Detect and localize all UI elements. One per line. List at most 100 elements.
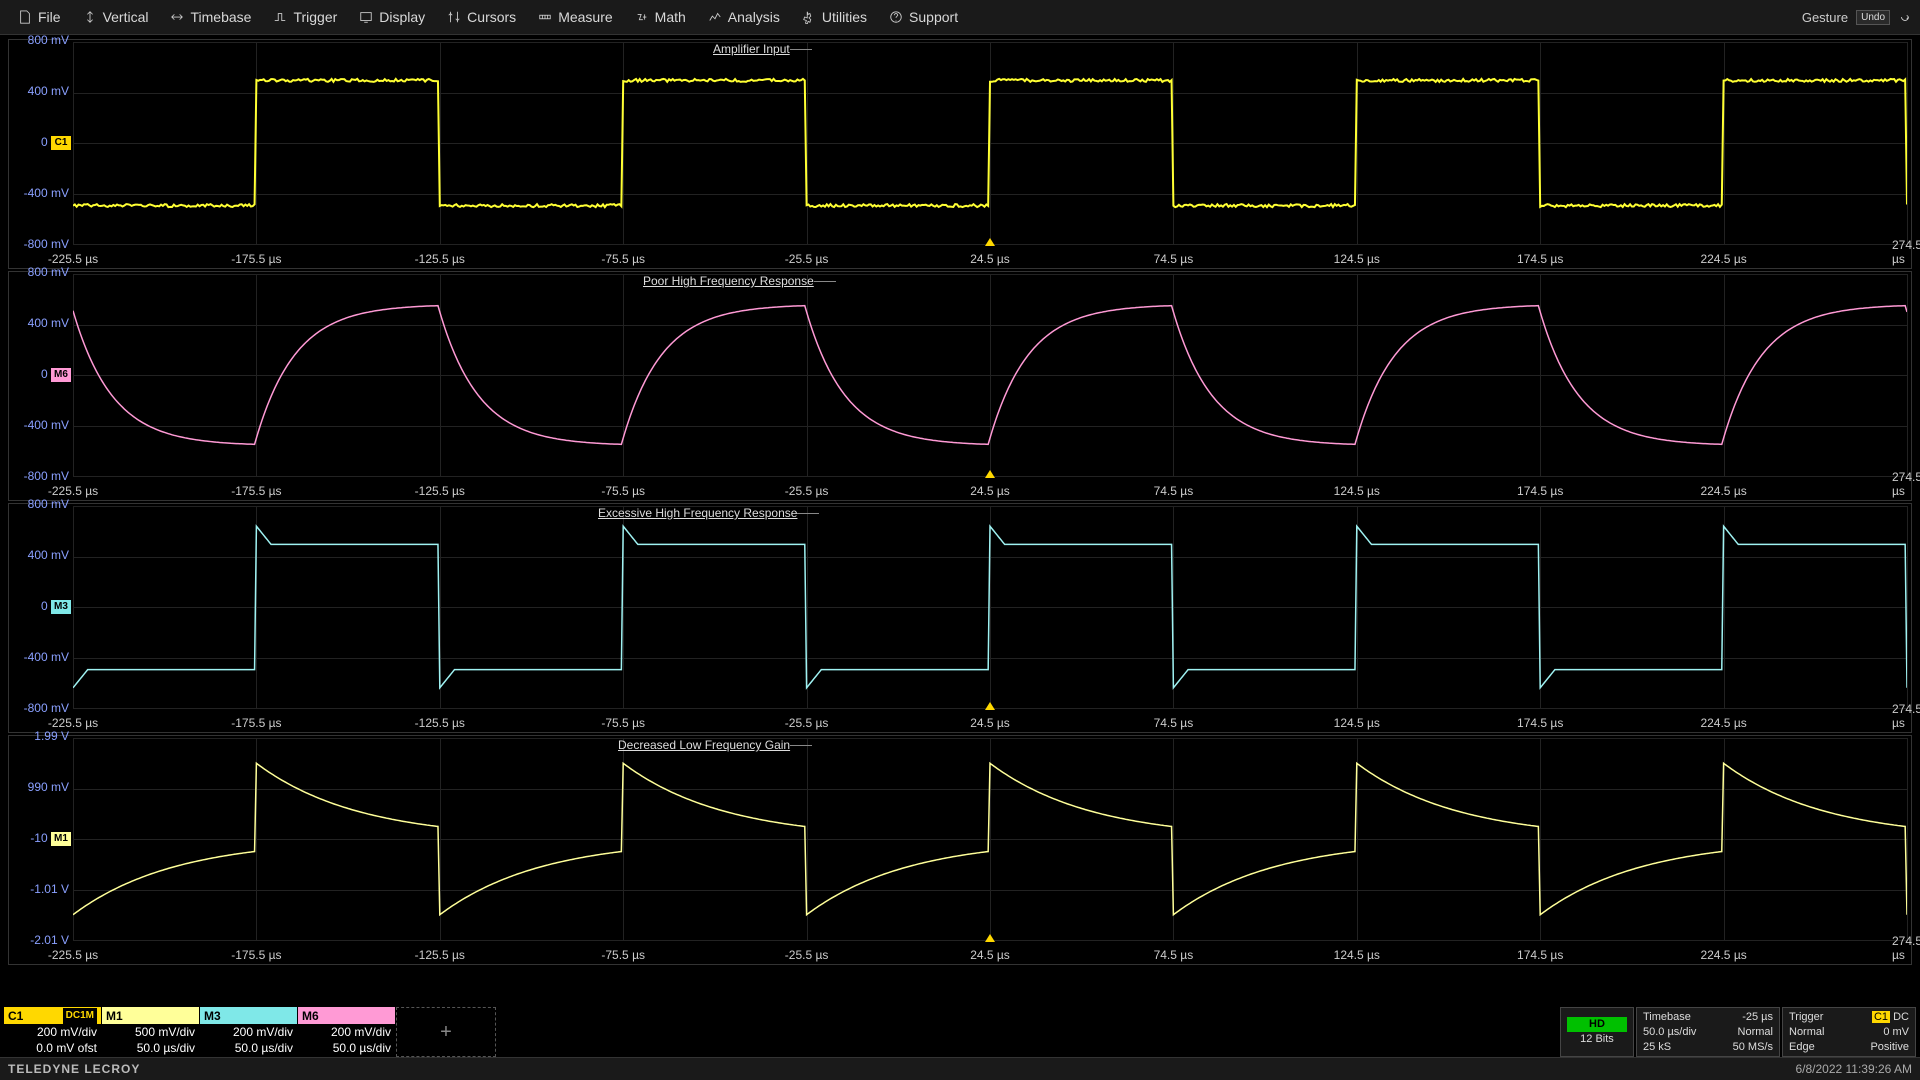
menu-support[interactable]: Support <box>879 4 968 30</box>
trigger-box[interactable]: TriggerC1 DC Normal0 mV EdgePositive <box>1782 1007 1916 1057</box>
trigger-title: Trigger <box>1789 1010 1823 1025</box>
menu-math[interactable]: Math <box>625 4 696 30</box>
channel-descriptor[interactable]: C1DC1M200 mV/div0.0 mV ofst <box>4 1007 102 1057</box>
y-tick-label: -400 mV <box>24 186 69 200</box>
descriptor-header: M3 <box>200 1007 297 1024</box>
descriptor-name: C1 <box>8 1008 23 1024</box>
trigger-slope: Positive <box>1870 1040 1909 1055</box>
x-tick-label: -175.5 µs <box>231 252 281 266</box>
timebase-icon <box>170 10 184 24</box>
trigger-coup: DC <box>1893 1011 1909 1023</box>
menu-display[interactable]: Display <box>349 4 435 30</box>
redo-icon[interactable] <box>1898 10 1912 24</box>
menu-trigger-label: Trigger <box>293 9 337 25</box>
menu-cursors[interactable]: Cursors <box>437 4 526 30</box>
x-tick-label: 124.5 µs <box>1334 948 1380 962</box>
x-tick-label: 24.5 µs <box>970 716 1010 730</box>
y-tick-label: 400 mV <box>28 548 69 562</box>
x-axis: -225.5 µs-175.5 µs-125.5 µs-75.5 µs-25.5… <box>73 478 1907 500</box>
support-icon <box>889 10 903 24</box>
menu-math-label: Math <box>655 9 686 25</box>
menu-timebase-label: Timebase <box>190 9 251 25</box>
waveform-grid[interactable]: 1.99 V990 mV-10 mV-1.01 V-2.01 VM1Decrea… <box>8 735 1912 965</box>
waveform-grid[interactable]: 800 mV400 mV0 mV-400 mV-800 mVM6Poor Hig… <box>8 271 1912 501</box>
menu-timebase[interactable]: Timebase <box>160 4 261 30</box>
waveform-trace <box>73 42 1907 244</box>
footer: C1DC1M200 mV/div0.0 mV ofstM1500 mV/div5… <box>0 1007 1920 1080</box>
channel-badge[interactable]: C1 <box>51 136 71 150</box>
y-tick-label: -800 mV <box>24 469 69 483</box>
x-tick-label: 124.5 µs <box>1334 252 1380 266</box>
menu-trigger[interactable]: Trigger <box>263 4 347 30</box>
x-tick-label: -25.5 µs <box>785 484 829 498</box>
descriptor-row: C1DC1M200 mV/div0.0 mV ofstM1500 mV/div5… <box>0 1007 1920 1057</box>
waveform-grid[interactable]: 800 mV400 mV0 mV-400 mV-800 mVM3Excessiv… <box>8 503 1912 733</box>
x-tick-label: -175.5 µs <box>231 948 281 962</box>
hd-badge: HD <box>1567 1017 1627 1032</box>
y-tick-label: -1.01 V <box>30 882 69 896</box>
undo-button[interactable]: Undo <box>1856 10 1890 25</box>
brand-bar: TELEDYNE LECROY 6/8/2022 11:39:26 AM <box>0 1057 1920 1080</box>
y-tick-label: 800 mV <box>28 33 69 47</box>
descriptor-scale: 200 mV/div <box>200 1024 297 1040</box>
channel-badge[interactable]: M1 <box>51 832 71 846</box>
x-tick-label: -25.5 µs <box>785 948 829 962</box>
utilities-icon <box>802 10 816 24</box>
x-tick-label: 24.5 µs <box>970 252 1010 266</box>
menu-file[interactable]: File <box>8 4 71 30</box>
menu-vertical[interactable]: Vertical <box>73 4 159 30</box>
x-tick-label: 174.5 µs <box>1517 252 1563 266</box>
x-tick-label: 124.5 µs <box>1334 484 1380 498</box>
x-tick-label: -125.5 µs <box>415 716 465 730</box>
x-tick-label: -175.5 µs <box>231 716 281 730</box>
add-trace-button[interactable]: + <box>396 1007 496 1057</box>
menu-utilities[interactable]: Utilities <box>792 4 877 30</box>
channel-descriptor[interactable]: M6200 mV/div50.0 µs/div <box>298 1007 396 1057</box>
channel-badge[interactable]: M6 <box>51 368 71 382</box>
timebase-box[interactable]: Timebase-25 µs 50.0 µs/divNormal 25 kS50… <box>1636 1007 1780 1057</box>
menu-analysis-label: Analysis <box>728 9 780 25</box>
plot-area: M3Excessive High Frequency Response <box>73 506 1907 708</box>
x-tick-label: -225.5 µs <box>48 484 98 498</box>
analysis-icon <box>708 10 722 24</box>
x-tick-label: 274.5 µs <box>1892 702 1920 730</box>
x-tick-label: -125.5 µs <box>415 948 465 962</box>
menu-utilities-label: Utilities <box>822 9 867 25</box>
waveform-trace <box>73 738 1907 940</box>
x-tick-label: -75.5 µs <box>601 252 645 266</box>
gesture-label[interactable]: Gesture <box>1802 10 1848 25</box>
timebase-rate: 50 MS/s <box>1733 1040 1773 1055</box>
x-axis: -225.5 µs-175.5 µs-125.5 µs-75.5 µs-25.5… <box>73 710 1907 732</box>
timebase-delay: -25 µs <box>1742 1010 1773 1025</box>
waveform-trace <box>73 274 1907 476</box>
menu-analysis[interactable]: Analysis <box>698 4 790 30</box>
y-tick-label: 400 mV <box>28 84 69 98</box>
gridline-v <box>1907 274 1908 476</box>
channel-descriptor[interactable]: M3200 mV/div50.0 µs/div <box>200 1007 298 1057</box>
x-tick-label: -25.5 µs <box>785 716 829 730</box>
waveform-grid[interactable]: 800 mV400 mV0 mV-400 mV-800 mVC1Amplifie… <box>8 39 1912 269</box>
x-tick-label: 274.5 µs <box>1892 470 1920 498</box>
x-tick-label: 224.5 µs <box>1700 716 1746 730</box>
plot-area: M1Decreased Low Frequency Gain <box>73 738 1907 940</box>
display-icon <box>359 10 373 24</box>
trigger-src: C1 <box>1872 1011 1890 1023</box>
cursors-icon <box>447 10 461 24</box>
descriptor-scale: 500 mV/div <box>102 1024 199 1040</box>
y-tick-label: -800 mV <box>24 701 69 715</box>
channel-badge[interactable]: M3 <box>51 600 71 614</box>
descriptor-header: M6 <box>298 1007 395 1024</box>
menu-measure-label: Measure <box>558 9 612 25</box>
descriptor-header: C1DC1M <box>4 1007 101 1024</box>
x-tick-label: 74.5 µs <box>1154 252 1194 266</box>
x-tick-label: 174.5 µs <box>1517 716 1563 730</box>
x-tick-label: 224.5 µs <box>1700 484 1746 498</box>
vertical-icon <box>83 10 97 24</box>
hd-box[interactable]: HD 12 Bits <box>1560 1007 1634 1057</box>
file-icon <box>18 10 32 24</box>
x-tick-label: -225.5 µs <box>48 252 98 266</box>
menu-measure[interactable]: Measure <box>528 4 622 30</box>
x-tick-label: 224.5 µs <box>1700 252 1746 266</box>
waveform-trace <box>73 506 1907 708</box>
channel-descriptor[interactable]: M1500 mV/div50.0 µs/div <box>102 1007 200 1057</box>
